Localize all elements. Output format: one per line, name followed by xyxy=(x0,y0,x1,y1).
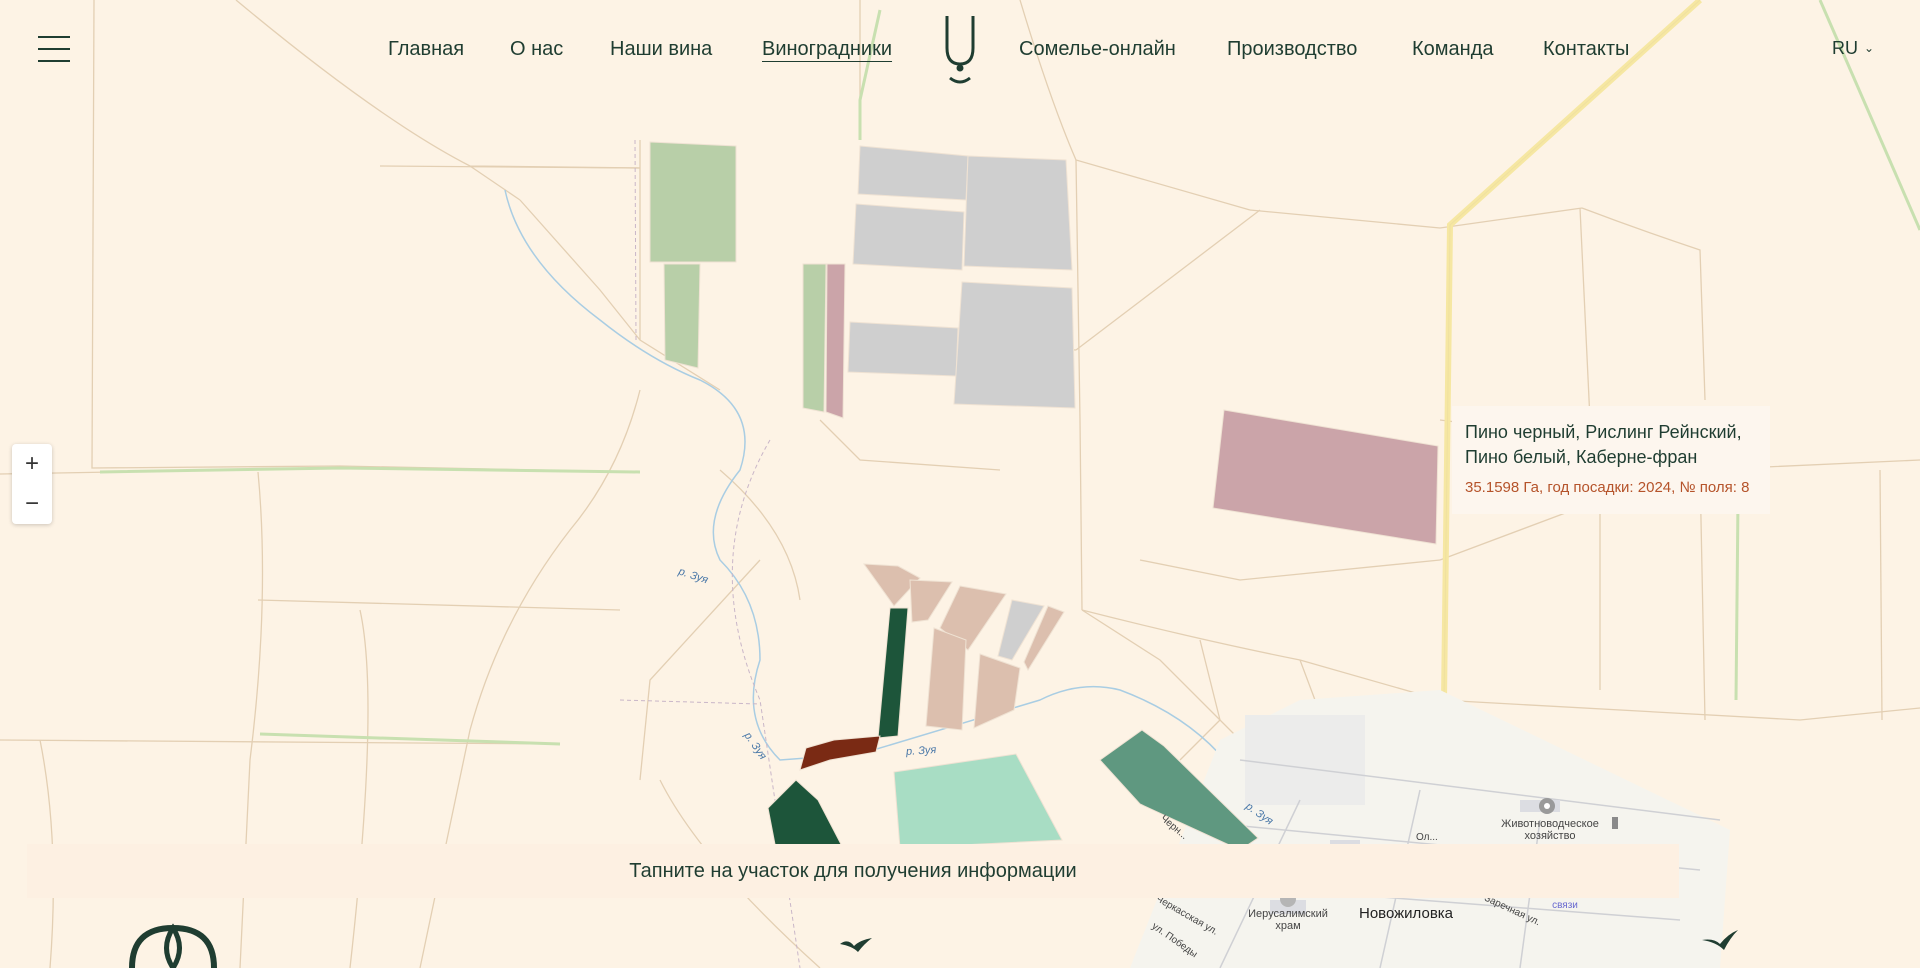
river-label: р. Зуя xyxy=(905,743,937,759)
logo-icon[interactable] xyxy=(942,12,978,86)
zoom-out-button[interactable]: − xyxy=(12,484,52,524)
field-grey-4 xyxy=(847,321,959,377)
hint-bar: Тапните на участок для получения информа… xyxy=(27,844,1679,898)
field-beige-5 xyxy=(925,627,967,731)
nav-item-wines[interactable]: Наши вина xyxy=(610,36,712,62)
field-grey-2 xyxy=(852,203,965,271)
nav-item-contacts[interactable]: Контакты xyxy=(1543,36,1629,62)
field-grey-3 xyxy=(963,155,1073,271)
zoom-control: + − xyxy=(12,444,52,524)
nav-item-team[interactable]: Команда xyxy=(1412,36,1493,62)
zoom-in-button[interactable]: + xyxy=(12,444,52,484)
tooltip-varieties: Пино черный, Рислинг Рейнский, Пино белы… xyxy=(1465,422,1742,467)
village-label: Новожиловка xyxy=(1359,905,1454,922)
field-light-green-1 xyxy=(649,141,737,263)
field-grey-5 xyxy=(953,281,1076,409)
field-8-pink xyxy=(1212,409,1439,545)
church-label: Иерусалимский храм xyxy=(1248,908,1328,932)
field-beige-6 xyxy=(973,653,1021,729)
field-grey-1 xyxy=(857,145,969,201)
header: Главная О нас Наши вина Виноградники Сом… xyxy=(0,0,1920,96)
field-red-brown xyxy=(799,735,881,771)
nav-item-home[interactable]: Главная xyxy=(388,36,464,62)
nav-item-vineyards[interactable]: Виноградники xyxy=(762,36,892,62)
language-label: RU xyxy=(1832,38,1858,58)
bird-icon xyxy=(840,938,872,952)
field-light-green-3 xyxy=(802,263,827,413)
field-light-green-2 xyxy=(663,263,701,369)
hint-text: Тапните на участок для получения информа… xyxy=(629,860,1077,882)
nav-item-sommelier[interactable]: Сомелье-онлайн xyxy=(1019,36,1176,62)
tooltip-details: 35.1598 Га, год посадки: 2024, № поля: 8 xyxy=(1465,479,1750,496)
chevron-down-icon: ⌄ xyxy=(1864,41,1875,55)
bird-icon xyxy=(1702,930,1738,950)
field-mint xyxy=(893,753,1063,849)
language-selector[interactable]: RU ⌄ xyxy=(1832,38,1874,59)
menu-icon[interactable] xyxy=(38,36,70,62)
street-label: Ол... xyxy=(1416,832,1438,843)
nav-item-production[interactable]: Производство xyxy=(1227,36,1357,62)
field-tooltip: Пино черный, Рислинг Рейнский, Пино белы… xyxy=(1452,406,1770,514)
field-pink-1 xyxy=(825,263,846,419)
livestock-farm-label: Животноводческое хозяйство xyxy=(1501,818,1599,842)
brand-emblem-icon xyxy=(129,923,217,968)
field-dark-green-1 xyxy=(877,607,909,739)
nav-item-about[interactable]: О нас xyxy=(510,36,563,62)
